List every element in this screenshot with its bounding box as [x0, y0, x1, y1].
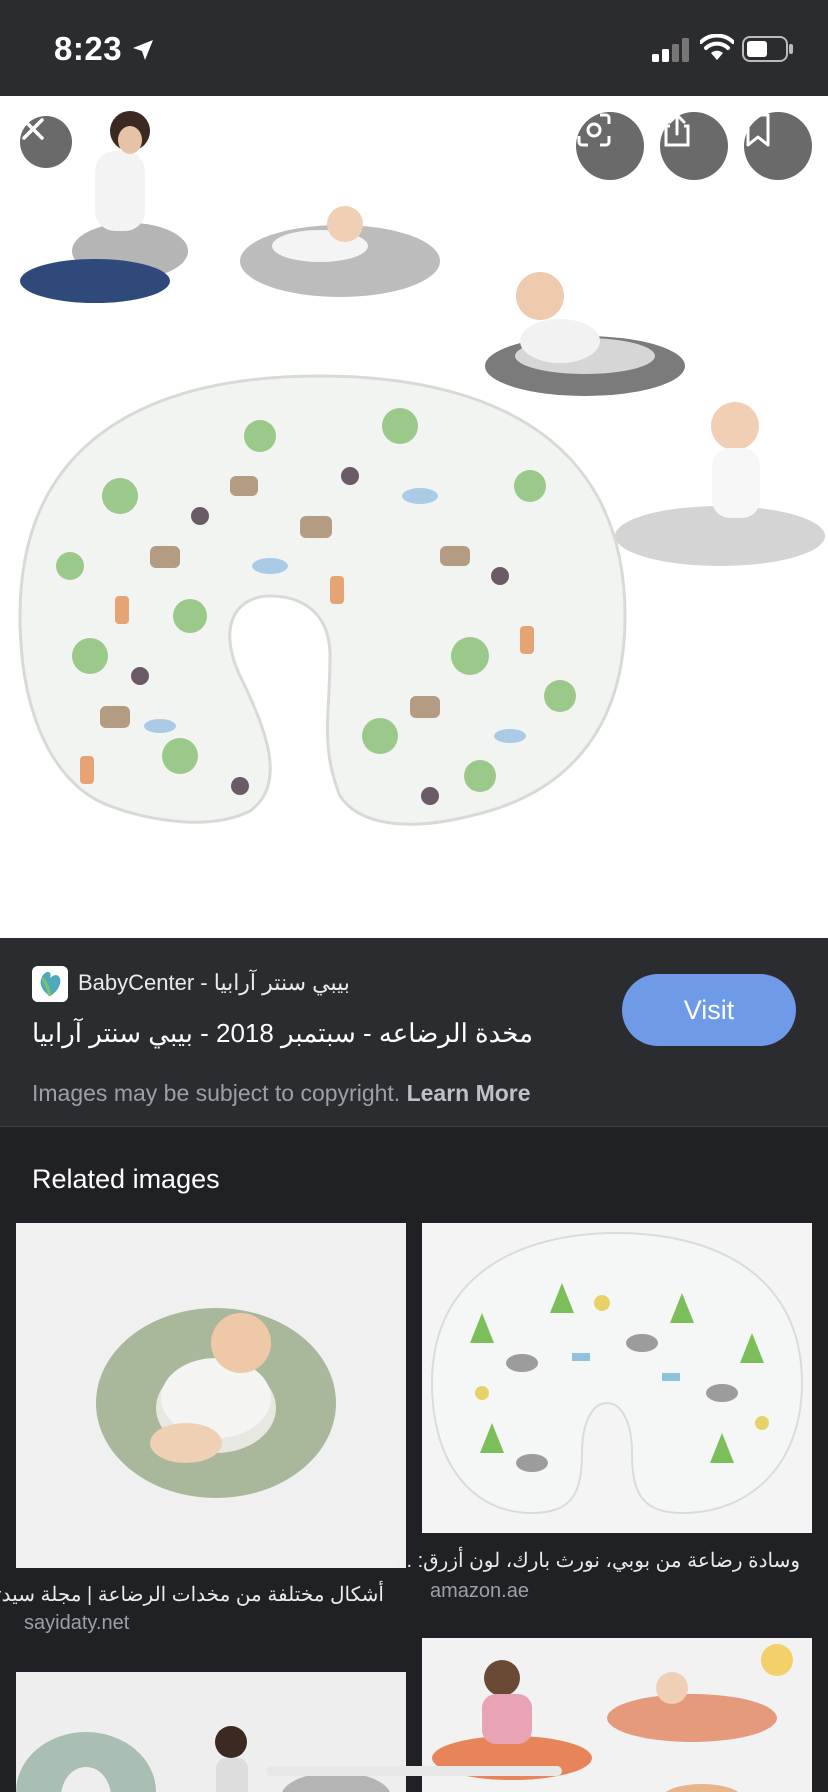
close-button[interactable] — [20, 116, 72, 168]
status-time: 8:23 — [54, 30, 123, 67]
related-caption-1[interactable]: أشكال مختلفة من مخدات الرضاعة | مجلة سيد… — [0, 1582, 384, 1607]
wifi-icon — [700, 34, 734, 60]
close-icon — [22, 118, 44, 140]
nursing-pillow-image — [18, 111, 825, 826]
main-image[interactable] — [0, 96, 828, 938]
lens-icon — [577, 113, 611, 147]
related-image-1[interactable] — [16, 1223, 406, 1568]
location-arrow-icon — [133, 40, 153, 60]
related-images-heading: Related images — [32, 1164, 220, 1194]
source-name[interactable]: BabyCenter - بيبي سنتر آرابيا — [78, 970, 350, 996]
lens-button[interactable] — [576, 112, 644, 180]
baby-on-pillow-image — [96, 1308, 336, 1498]
related-image-2[interactable] — [422, 1223, 812, 1533]
related-caption-2[interactable]: وسادة رضاعة من بوبي، نورث بارك، لون أزرق… — [395, 1548, 800, 1573]
save-button[interactable] — [744, 112, 812, 180]
image-info-panel: BabyCenter - بيبي سنتر آرابيا مخدة الرضا… — [0, 938, 828, 1126]
home-indicator — [266, 1766, 562, 1776]
related-domain-2: amazon.ae — [430, 1580, 529, 1602]
page-title[interactable]: مخدة الرضاعه - سبتمبر 2018 - بيبي سنتر آ… — [32, 1018, 552, 1049]
share-button[interactable] — [660, 112, 728, 180]
copyright-notice: Images may be subject to copyright. Lear… — [32, 1080, 531, 1107]
battery-icon — [742, 36, 793, 62]
visit-button[interactable]: Visit — [622, 974, 796, 1046]
learn-more-link[interactable]: Learn More — [407, 1080, 531, 1106]
share-icon — [664, 112, 690, 147]
babycenter-logo-icon — [32, 966, 68, 1002]
bookmark-icon — [746, 113, 770, 147]
status-bar: 8:23 — [0, 0, 828, 96]
patterned-pillow-image — [430, 1231, 804, 1515]
copyright-text: Images may be subject to copyright. — [32, 1080, 401, 1106]
cellular-signal-icon — [652, 38, 689, 62]
divider — [0, 1126, 828, 1127]
related-domain-1: sayidaty.net — [24, 1612, 130, 1634]
